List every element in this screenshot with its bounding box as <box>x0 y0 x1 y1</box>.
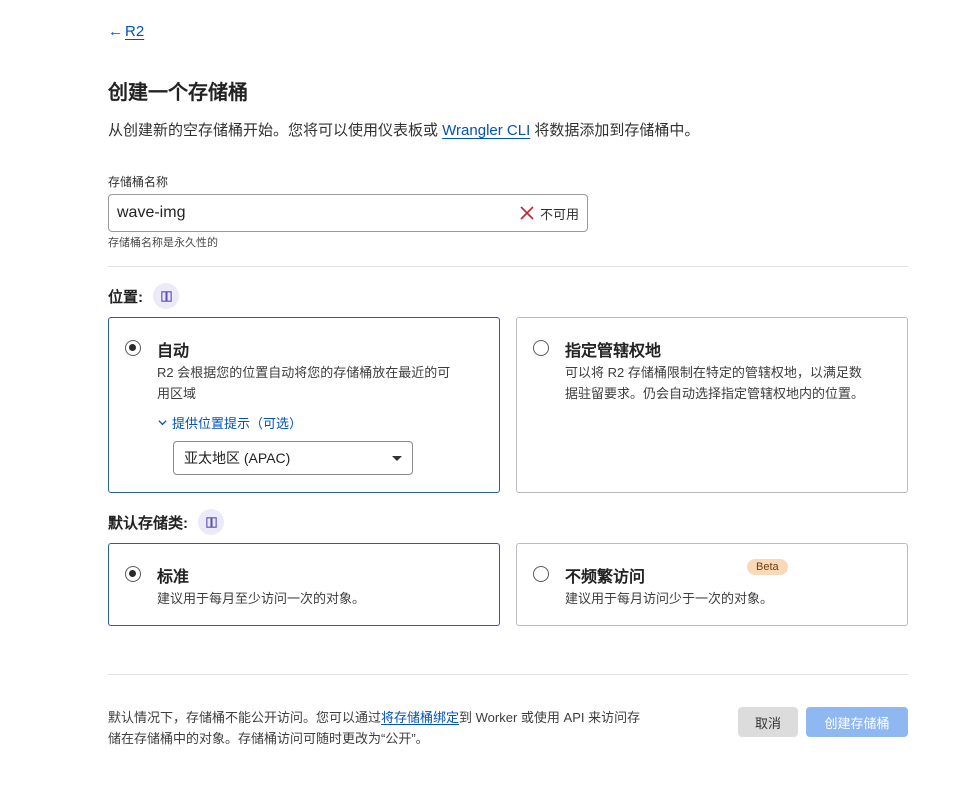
location-section-label: 位置: <box>108 283 179 309</box>
radio-standard[interactable] <box>125 566 141 582</box>
location-option-automatic[interactable]: 自动 R2 会根据您的位置自动将您的存储桶放在最近的可 用区域 提供位置提示（可… <box>108 317 500 493</box>
option-description-line: R2 会根据您的位置自动将您的存储桶放在最近的可 <box>157 365 451 380</box>
radio-infrequent-access[interactable] <box>533 566 549 582</box>
status-text: 不可用 <box>539 206 579 222</box>
page-intro: 从创建新的空存储桶开始。您将可以使用仪表板或 Wrangler CLI 将数据添… <box>108 119 699 140</box>
bucket-name-label: 存储桶名称 <box>108 175 169 189</box>
option-description: 可以将 R2 存储桶限制在特定的管辖权地，以满足数 据驻留要求。仍会自动选择指定… <box>565 362 864 404</box>
x-mark-icon <box>520 206 534 220</box>
option-description-line: 用区域 <box>157 386 197 401</box>
bucket-name-input[interactable] <box>109 195 519 231</box>
location-hint-toggle[interactable]: 提供位置提示（可选） <box>157 413 302 432</box>
page-title: 创建一个存储桶 <box>108 82 248 104</box>
name-availability-status: 不可用 <box>519 204 587 223</box>
option-title: 自动 <box>157 343 190 360</box>
option-title: 指定管辖权地 <box>565 343 662 360</box>
location-label: 位置: <box>108 288 143 306</box>
intro-text-after: 将数据添加到存储桶中。 <box>530 122 700 139</box>
location-option-jurisdiction[interactable]: 指定管辖权地 可以将 R2 存储桶限制在特定的管辖权地，以满足数 据驻留要求。仍… <box>516 317 908 493</box>
hint-toggle-label: 提供位置提示（可选） <box>172 416 303 431</box>
storage-class-section-label: 默认存储类: <box>108 509 224 535</box>
radio-automatic[interactable] <box>125 340 141 356</box>
arrow-left-icon: ← <box>108 23 123 40</box>
option-description: 建议用于每月访问少于一次的对象。 <box>565 591 774 606</box>
caret-down-icon <box>392 455 402 461</box>
wrangler-cli-link[interactable]: Wrangler CLI <box>442 122 530 139</box>
option-description: R2 会根据您的位置自动将您的存储桶放在最近的可 用区域 <box>157 362 450 404</box>
chevron-down-icon <box>158 420 167 426</box>
divider <box>108 674 908 675</box>
storage-class-standard[interactable]: 标准 建议用于每月至少访问一次的对象。 <box>108 543 500 626</box>
docs-icon[interactable] <box>198 509 224 535</box>
option-description: 建议用于每月至少访问一次的对象。 <box>157 591 366 606</box>
option-title: 标准 <box>157 569 190 586</box>
option-description-line: 据驻留要求。仍会自动选择指定管辖权地内的位置。 <box>565 386 865 401</box>
bucket-name-field: 不可用 <box>108 194 588 232</box>
storage-class-label: 默认存储类: <box>108 514 188 532</box>
back-link-r2[interactable]: ← R2 <box>108 23 144 40</box>
bucket-name-hint: 存储桶名称是永久性的 <box>108 237 218 249</box>
back-link-label: R2 <box>125 23 145 40</box>
beta-badge: Beta <box>747 559 788 575</box>
cancel-button[interactable]: 取消 <box>738 707 798 737</box>
book-icon <box>205 516 217 528</box>
create-bucket-button[interactable]: 创建存储桶 <box>806 707 908 737</box>
radio-jurisdiction[interactable] <box>533 340 549 356</box>
bind-bucket-link[interactable]: 将存储桶绑定 <box>381 710 459 725</box>
option-description-line: 可以将 R2 存储桶限制在特定的管辖权地，以满足数 <box>565 365 862 380</box>
create-bucket-page: ← R2 创建一个存储桶 从创建新的空存储桶开始。您将可以使用仪表板或 Wran… <box>0 0 971 794</box>
region-select-value: 亚太地区 (APAC) <box>184 450 291 466</box>
public-access-note: 默认情况下，存储桶不能公开访问。您可以通过将存储桶绑定到 Worker 或使用 … <box>108 707 648 749</box>
intro-text-before: 从创建新的空存储桶开始。您将可以使用仪表板或 <box>108 122 443 139</box>
book-icon <box>160 290 172 302</box>
storage-class-infrequent-access[interactable]: 不频繁访问 Beta 建议用于每月访问少于一次的对象。 <box>516 543 908 626</box>
option-title: 不频繁访问 <box>565 569 646 586</box>
divider <box>108 266 908 267</box>
docs-icon[interactable] <box>153 283 179 309</box>
region-select[interactable]: 亚太地区 (APAC) <box>173 441 413 475</box>
note-text-before: 默认情况下，存储桶不能公开访问。您可以通过 <box>108 710 382 725</box>
